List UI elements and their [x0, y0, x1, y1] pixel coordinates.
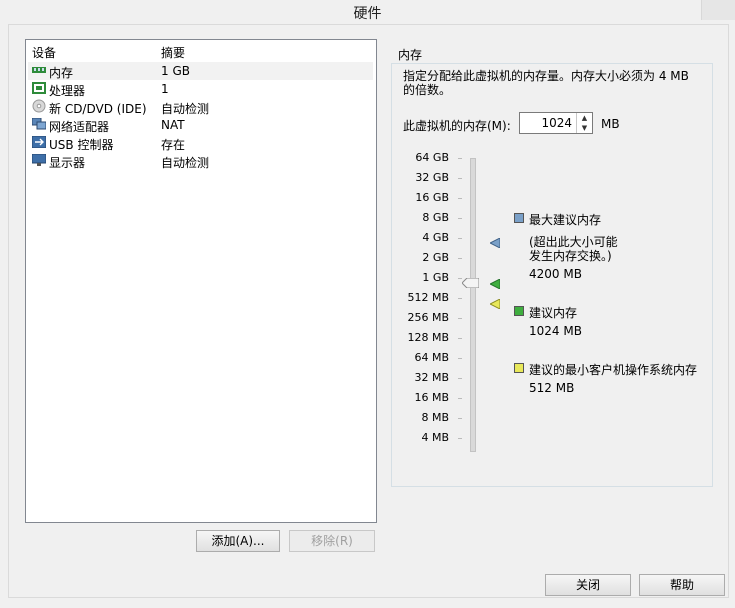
scale-tick-label: 16 MB	[414, 391, 449, 404]
device-name: 网络适配器	[49, 120, 110, 134]
scale-tick-label: 64 GB	[415, 151, 449, 164]
spin-down-icon[interactable]: ▼	[576, 123, 592, 133]
scale-tick-label: 256 MB	[407, 311, 449, 324]
remove-button[interactable]: 移除(R)	[289, 530, 375, 552]
scale-tick-label: 1 GB	[422, 271, 449, 284]
scale-tick-mark	[458, 318, 462, 319]
scale-tick-label: 8 GB	[422, 211, 449, 224]
scale-tick-mark	[458, 198, 462, 199]
scale-tick-label: 4 GB	[422, 231, 449, 244]
memory-spinbox[interactable]: 1024 ▲ ▼	[519, 112, 593, 134]
min-recommended-value: 512 MB	[529, 381, 575, 395]
device-summary: 1 GB	[161, 64, 190, 78]
memory-group-title: 内存	[396, 46, 425, 63]
recommended-swatch	[514, 306, 524, 316]
device-name: 处理器	[49, 84, 86, 98]
scale-tick-mark	[458, 158, 462, 159]
device-summary: 1	[161, 82, 169, 96]
scale-tick-mark	[458, 418, 462, 419]
scale-tick-mark	[458, 298, 462, 299]
device-name: 内存	[49, 66, 74, 80]
device-summary: 自动检测	[161, 156, 210, 170]
max-recommended-title: 最大建议内存	[529, 213, 602, 227]
close-button[interactable]: 关闭	[545, 574, 631, 596]
recommended-marker-icon	[488, 278, 501, 290]
column-header-device[interactable]: 设备	[32, 44, 56, 61]
memory-unit: MB	[601, 117, 620, 131]
scale-tick-mark	[458, 338, 462, 339]
recommended-title: 建议内存	[529, 306, 578, 320]
scale-tick-label: 4 MB	[421, 431, 449, 444]
memory-value[interactable]: 1024	[541, 116, 572, 130]
cd-dvd-icon	[32, 99, 46, 113]
scale-tick-mark	[458, 358, 462, 359]
scale-tick-label: 128 MB	[407, 331, 449, 344]
processor-icon	[32, 82, 46, 94]
window-close-button[interactable]	[701, 0, 735, 20]
recommended-value: 1024 MB	[529, 324, 582, 338]
window-title: 硬件	[353, 6, 382, 22]
help-button[interactable]: 帮助	[639, 574, 725, 596]
min-recommended-title: 建议的最小客户机操作系统内存	[529, 363, 698, 377]
scale-tick-mark	[458, 438, 462, 439]
spin-up-icon[interactable]: ▲	[576, 113, 592, 123]
scale-tick-mark	[458, 218, 462, 219]
scale-tick-label: 32 GB	[415, 171, 449, 184]
device-summary: 自动检测	[161, 102, 210, 116]
max-recommended-swatch	[514, 213, 524, 223]
scale-tick-label: 8 MB	[421, 411, 449, 424]
device-name: 新 CD/DVD (IDE)	[49, 102, 147, 116]
scale-tick-mark	[458, 238, 462, 239]
device-row-usb-controller[interactable]: USB 控制器 存在	[28, 134, 373, 152]
scale-tick-label: 512 MB	[407, 291, 449, 304]
network-adapter-icon	[31, 117, 47, 130]
memory-slider-thumb[interactable]	[461, 277, 480, 289]
scale-tick-mark	[458, 378, 462, 379]
usb-controller-icon	[31, 135, 47, 149]
scale-tick-label: 2 GB	[422, 251, 449, 264]
device-row-network-adapter[interactable]: 网络适配器 NAT	[28, 116, 373, 134]
scale-tick-label: 64 MB	[414, 351, 449, 364]
device-row-processor[interactable]: 处理器 1	[28, 80, 373, 98]
device-list: 设备 摘要 内存 1 GB 处理器 1 新 CD/DVD (IDE) 自动检测	[25, 39, 377, 523]
title-bar: 硬件	[0, 0, 735, 24]
device-row-cd-dvd[interactable]: 新 CD/DVD (IDE) 自动检测	[28, 98, 373, 116]
device-summary: 存在	[161, 138, 186, 152]
min-recommended-swatch	[514, 363, 524, 373]
memory-description: 指定分配给此虚拟机的内存量。内存大小必须为 4 MB 的倍数。	[403, 69, 689, 97]
scale-tick-label: 32 MB	[414, 371, 449, 384]
column-header-summary[interactable]: 摘要	[161, 44, 185, 61]
scale-tick-mark	[458, 398, 462, 399]
min-recommended-marker-icon	[488, 298, 501, 310]
scale-tick-label: 16 GB	[415, 191, 449, 204]
max-recommended-value: 4200 MB	[529, 267, 582, 281]
device-summary: NAT	[161, 118, 185, 132]
device-name: 显示器	[49, 156, 86, 170]
memory-slider-track[interactable]	[470, 158, 476, 452]
max-recommended-marker-icon	[488, 237, 501, 249]
device-row-memory[interactable]: 内存 1 GB	[28, 62, 373, 80]
device-row-display[interactable]: 显示器 自动检测	[28, 152, 373, 170]
dialog-body: 设备 摘要 内存 1 GB 处理器 1 新 CD/DVD (IDE) 自动检测	[8, 24, 729, 598]
device-list-header: 设备 摘要	[26, 42, 376, 60]
memory-field-label: 此虚拟机的内存(M):	[403, 119, 511, 133]
device-name: USB 控制器	[49, 138, 114, 152]
display-icon	[31, 153, 47, 166]
max-recommended-note: 发生内存交换。)	[529, 249, 612, 263]
scale-tick-mark	[458, 178, 462, 179]
add-button[interactable]: 添加(A)...	[196, 530, 280, 552]
scale-tick-mark	[458, 258, 462, 259]
memory-icon	[32, 64, 46, 76]
